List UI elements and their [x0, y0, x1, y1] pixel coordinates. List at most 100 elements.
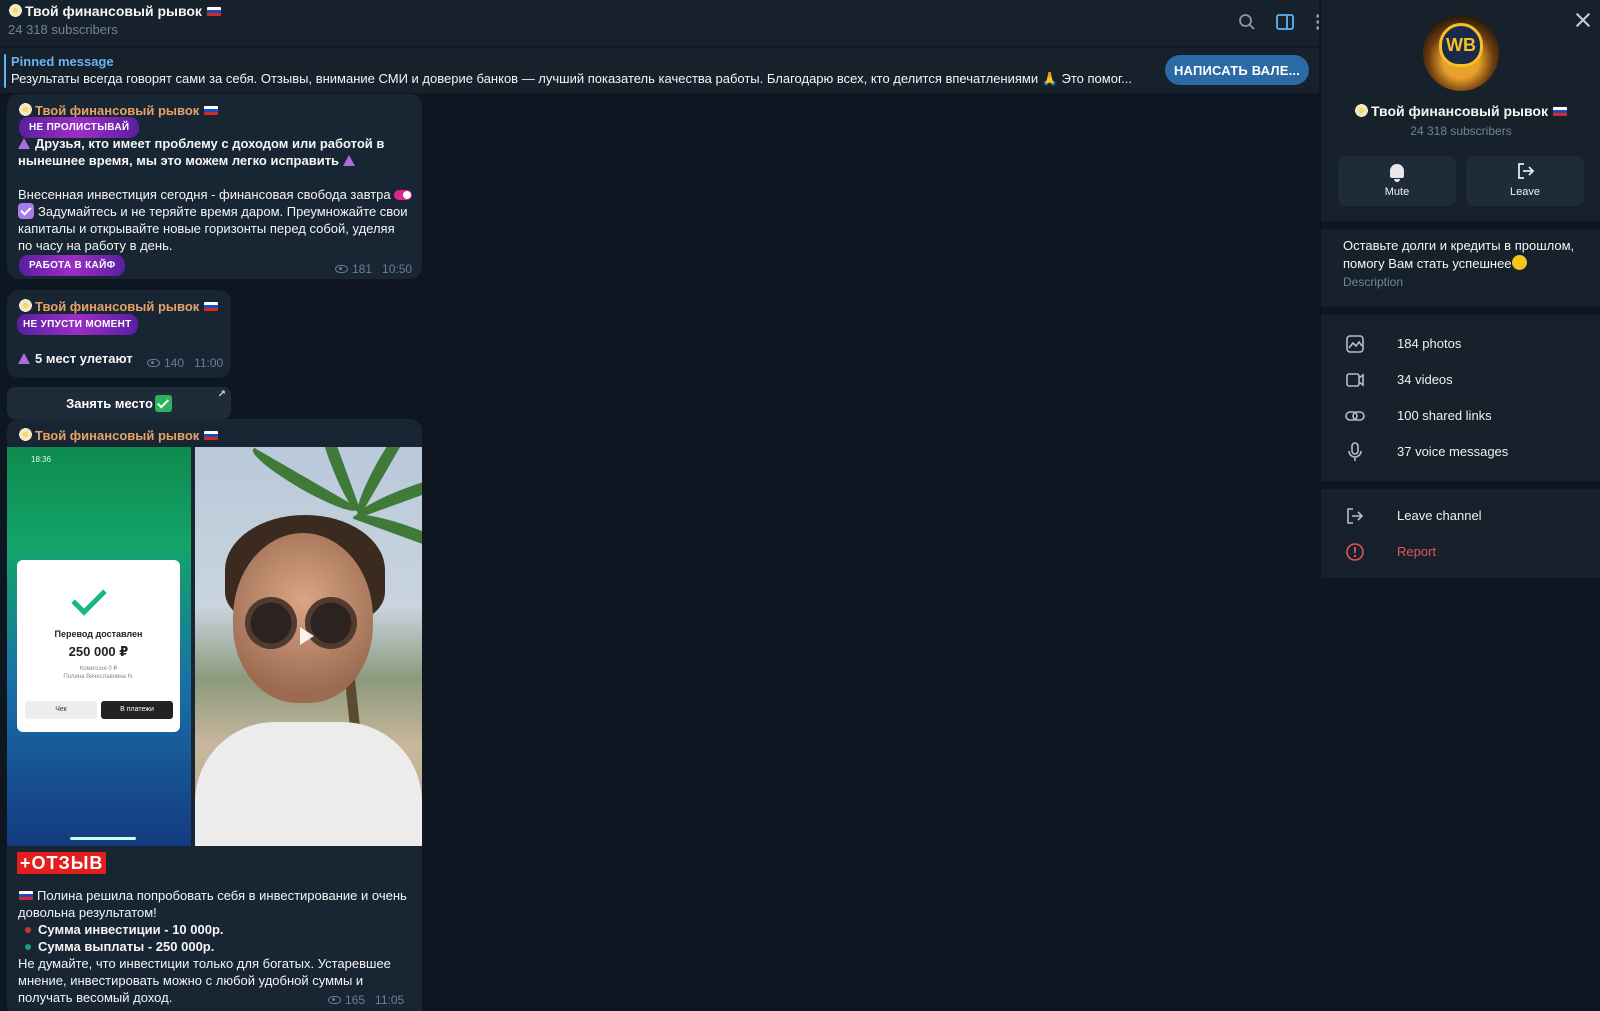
bell-icon — [1390, 164, 1404, 182]
receipt-check-button: Чек — [25, 701, 97, 719]
panel-empty-area — [1321, 578, 1600, 1011]
description-label: Description — [1343, 275, 1404, 289]
sticker-label: НЕ УПУСТИ МОМЕНТ — [17, 314, 138, 335]
report-icon — [1346, 543, 1364, 561]
search-icon[interactable] — [1235, 10, 1259, 34]
flower-emoji-icon — [18, 427, 33, 442]
transfer-receipt-card: Перевод доставлен 250 000 ₽ Комиссия 0 ₽… — [17, 560, 180, 732]
leave-icon — [1347, 508, 1364, 524]
message-author[interactable]: Твой финансовый рывок — [18, 427, 220, 444]
message-line: капиталы и открывайте новые горизонты пе… — [18, 221, 395, 236]
receipt-title: Перевод доставлен — [54, 629, 143, 639]
link-icon — [1345, 411, 1365, 421]
pinned-message-bar[interactable]: Pinned message Результаты всегда говорят… — [0, 47, 1319, 93]
photo-receipt-screenshot[interactable]: 18:36 Перевод доставлен 250 000 ₽ Комисс… — [7, 447, 191, 846]
message-line: Не думайте, что инвестиции только для бо… — [18, 956, 391, 971]
channel-name: Твой финансовый рывок — [1321, 103, 1600, 119]
message-author[interactable]: Твой финансовый рывок — [18, 298, 220, 315]
red-bullet-icon — [25, 927, 31, 933]
home-indicator — [70, 837, 136, 840]
pinned-text: Результаты всегда говорят сами за себя. … — [11, 71, 1132, 86]
message-text: Полина решила попробовать себя в инвести… — [18, 887, 418, 1006]
russia-flag-icon — [18, 890, 34, 901]
warning-icon — [342, 155, 355, 166]
pinned-label: Pinned message — [11, 54, 114, 69]
mute-button[interactable]: Mute — [1338, 156, 1456, 206]
media-row-label: 184 photos — [1397, 336, 1462, 351]
message-meta: 140 11:00 — [147, 355, 223, 372]
money-face-emoji-icon — [1511, 255, 1527, 270]
message-bubble[interactable]: Твой финансовый рывок НЕ УПУСТИ МОМЕНТ 5… — [7, 290, 231, 378]
leave-button[interactable]: Leave — [1466, 156, 1584, 206]
subscriber-count: 24 318 subscribers — [1410, 124, 1512, 138]
phone-status-time: 18:36 — [31, 455, 52, 464]
receipt-details: Комиссия 0 ₽ Полина Вячеславовна Н. — [63, 666, 134, 680]
message-meta: 165 11:05 — [328, 993, 404, 1007]
message-line: по часу на работу в день. — [18, 238, 173, 253]
report-row[interactable]: Report — [1321, 534, 1600, 570]
media-row-voice[interactable]: 37 voice messages — [1321, 434, 1600, 470]
russia-flag-icon — [205, 6, 222, 17]
avatar-logo: WB — [1439, 23, 1483, 67]
message-line: довольна результатом! — [18, 905, 157, 920]
person-shirt — [195, 722, 422, 846]
flower-emoji-icon — [18, 102, 33, 117]
chat-header[interactable]: Твой финансовый рывок 24 318 subscribers — [0, 0, 1319, 46]
microphone-icon — [1348, 442, 1362, 461]
channel-info-panel: WB Твой финансовый рывок 24 318 subscrib… — [1320, 0, 1600, 1011]
flower-emoji-icon — [8, 3, 23, 18]
video-thumbnail[interactable] — [195, 447, 422, 846]
green-check-icon — [154, 394, 172, 412]
media-row-photos[interactable]: 184 photos — [1321, 326, 1600, 362]
sidebar-toggle-icon[interactable] — [1273, 10, 1297, 34]
russia-flag-icon — [203, 105, 220, 116]
close-icon[interactable] — [1573, 10, 1593, 30]
telegram-window: Твой финансовый рывок 24 318 subscribers… — [0, 0, 1600, 1011]
channel-description[interactable]: Оставьте долги и кредиты в прошлом, помог… — [1343, 237, 1588, 273]
message-meta: 181 10:50 — [335, 261, 412, 278]
receipt-amount: 250 000 ₽ — [68, 644, 129, 659]
message-line: Внесенная инвестиция сегодня - финансова… — [18, 186, 418, 203]
flower-emoji-icon — [18, 298, 33, 313]
eye-icon — [328, 996, 341, 1004]
message-line: нынешнее время, мы это можем легко испра… — [18, 152, 418, 169]
media-row-videos[interactable]: 34 videos — [1321, 362, 1600, 398]
check-emoji-icon — [18, 203, 34, 219]
more-vertical-icon[interactable] — [1306, 10, 1319, 34]
warning-icon — [18, 138, 30, 149]
message-line: мнение, инвестировать можно с любой удоб… — [18, 973, 364, 988]
section-divider — [1321, 307, 1600, 315]
success-check-icon — [71, 580, 107, 616]
russia-flag-icon — [1551, 106, 1568, 117]
message-line: Друзья, кто имеет проблему с доходом или… — [18, 135, 418, 152]
message-text: Внесенная инвестиция сегодня - финансова… — [18, 186, 418, 254]
play-icon[interactable] — [300, 627, 314, 645]
chat-area: Твой финансовый рывок 24 318 subscribers… — [0, 0, 1319, 1011]
message-bubble[interactable]: Твой финансовый рывок НЕ ПРОЛИСТЫВАЙ Дру… — [7, 94, 422, 279]
message-line: Сумма инвестиции - 10 000р. — [18, 921, 418, 938]
message-text: 5 мест улетают — [18, 350, 133, 367]
teal-bullet-icon — [25, 944, 31, 950]
media-row-links[interactable]: 100 shared links — [1321, 398, 1600, 434]
video-icon — [1346, 373, 1364, 387]
inline-url-button[interactable]: Занять место ↗ — [7, 387, 231, 419]
message-line: Полина решила попробовать себя в инвести… — [18, 887, 418, 904]
avatar[interactable]: WB — [1423, 15, 1499, 91]
message-line: Сумма выплаты - 250 000р. — [18, 938, 418, 955]
russia-flag-icon — [203, 301, 220, 312]
mute-label: Mute — [1384, 186, 1410, 198]
sunglasses-left — [245, 597, 297, 649]
review-label: +ОТЗЫВ — [17, 852, 107, 874]
receipt-payments-button: В платежи — [101, 701, 173, 719]
channel-title[interactable]: Твой финансовый рывок — [8, 3, 222, 19]
pinned-action-button[interactable]: НАПИСАТЬ ВАЛЕ... — [1165, 55, 1309, 85]
leave-channel-row[interactable]: Leave channel — [1321, 498, 1600, 534]
media-row-label: 100 shared links — [1397, 408, 1492, 423]
russia-flag-icon — [203, 430, 220, 441]
section-divider — [1321, 481, 1600, 489]
external-link-arrow-icon: ↗ — [217, 389, 226, 400]
section-divider — [1321, 221, 1600, 229]
photo-icon — [1346, 335, 1364, 353]
toggle-emoji-icon — [393, 190, 412, 200]
message-text: Друзья, кто имеет проблему с доходом или… — [18, 135, 418, 169]
